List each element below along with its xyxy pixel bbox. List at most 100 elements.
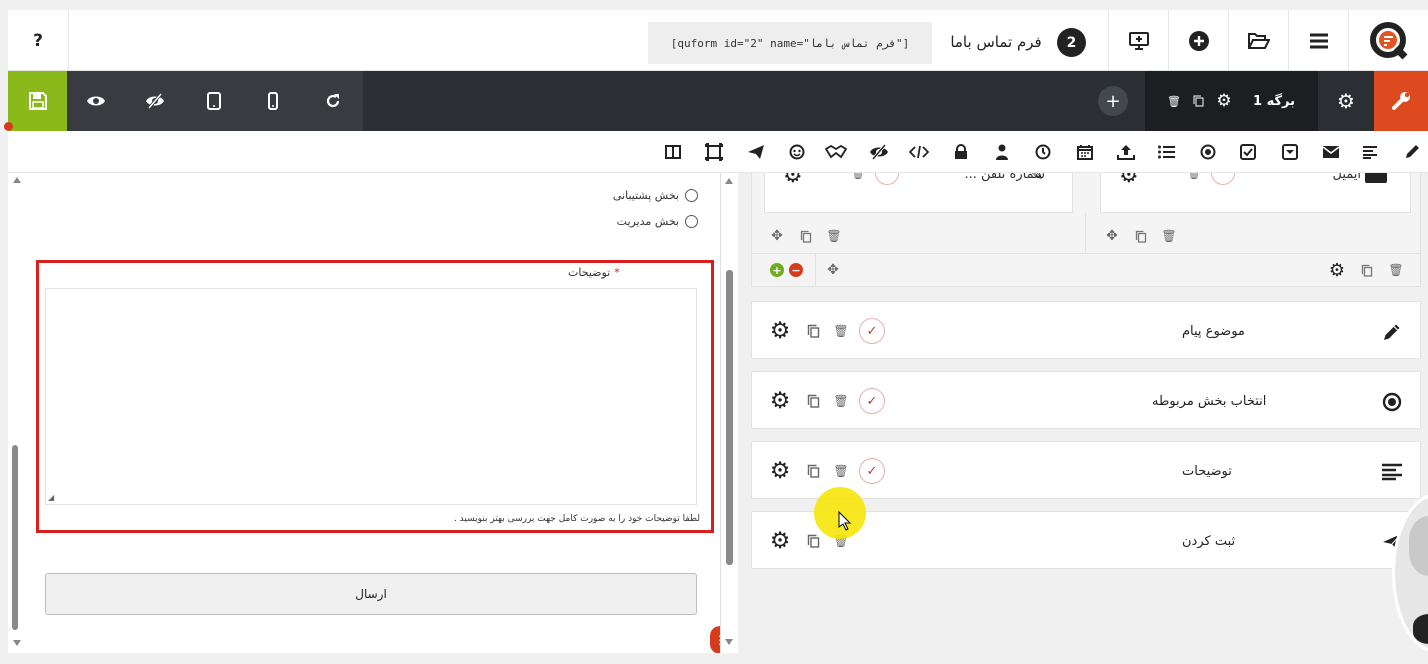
shortcode-display[interactable]: [quform id="2" name="فرم تماس باما"] <box>648 22 932 64</box>
add-column-button[interactable]: + <box>770 263 784 277</box>
radio-circle[interactable] <box>685 214 698 228</box>
move-icon[interactable]: ✥ <box>768 227 786 245</box>
add-form-button[interactable] <box>1168 10 1228 71</box>
hidden-field-icon[interactable] <box>868 141 890 163</box>
form-settings-button[interactable]: ⚙ <box>1318 71 1374 131</box>
gear-icon[interactable]: ⚙ <box>1119 173 1139 188</box>
description-textarea[interactable]: ◢ <box>45 288 697 505</box>
tablet-icon <box>207 92 221 110</box>
page-settings-icon[interactable]: ⚙ <box>1214 91 1234 111</box>
time-field-icon[interactable] <box>1032 141 1054 163</box>
preview-scrollbar-track[interactable] <box>10 173 21 653</box>
phone-field-card[interactable]: شماره تلفن ... ✎ 🗑 ⚙ <box>764 173 1073 213</box>
remove-column-button[interactable]: − <box>789 263 803 277</box>
builder-scrollbar-thumb[interactable] <box>726 270 733 565</box>
container-field-icon[interactable] <box>703 141 725 163</box>
copy-page-icon[interactable] <box>1190 93 1206 109</box>
copy-icon[interactable] <box>1358 261 1376 279</box>
move-icon[interactable]: ✥ <box>824 261 842 279</box>
required-toggle[interactable]: ✓ <box>859 388 885 414</box>
element-label: موضوع پیام <box>1182 323 1245 339</box>
html-field-icon[interactable] <box>908 141 930 163</box>
gear-icon[interactable]: ⚙ <box>768 458 792 484</box>
delete-icon[interactable]: 🗑 <box>832 462 850 480</box>
wrench-icon <box>1392 92 1410 110</box>
radio-option[interactable]: بخش مدیریت <box>594 212 698 230</box>
textarea-field-icon[interactable] <box>1359 141 1381 163</box>
hide-preview-button[interactable] <box>125 71 185 131</box>
multiselect-field-icon[interactable] <box>1156 141 1178 163</box>
refresh-button[interactable] <box>303 71 363 131</box>
password-field-icon[interactable] <box>950 141 972 163</box>
resize-handle-icon[interactable]: ◢ <box>48 494 56 502</box>
gear-icon[interactable]: ⚙ <box>768 318 792 344</box>
name-field-icon[interactable] <box>991 141 1013 163</box>
element-card-department[interactable]: ⚙ 🗑 ✓ انتخاب بخش مربوطه <box>751 371 1421 429</box>
top-bar-spacer <box>68 10 624 71</box>
move-icon[interactable]: ✥ <box>1103 227 1121 245</box>
date-field-icon[interactable] <box>1074 141 1096 163</box>
copy-icon[interactable] <box>797 227 815 245</box>
page-label: برگه 1 <box>1253 93 1295 109</box>
element-label: ثبت کردن <box>1182 533 1236 549</box>
email-field-label: ایمیل <box>1332 173 1361 182</box>
builder-scrollbar[interactable] <box>720 173 738 653</box>
delete-page-icon[interactable]: 🗑 <box>1166 93 1182 109</box>
required-toggle[interactable] <box>1211 173 1235 185</box>
radio-option[interactable]: بخش پشتیبانی <box>594 186 698 204</box>
gear-icon[interactable]: ⚙ <box>1327 260 1347 281</box>
recaptcha-field-icon[interactable] <box>786 141 808 163</box>
email-field-card[interactable]: ایمیل 🗑 ⚙ <box>1100 173 1411 213</box>
tablet-view-button[interactable] <box>185 71 243 131</box>
required-toggle[interactable]: ✓ <box>859 458 885 484</box>
delete-icon[interactable]: 🗑 <box>825 227 843 245</box>
radio-field-icon[interactable] <box>1197 141 1219 163</box>
radio-circle[interactable] <box>685 188 698 202</box>
checkbox-field-icon[interactable] <box>1237 141 1259 163</box>
copy-icon[interactable] <box>804 322 822 340</box>
delete-icon[interactable]: 🗑 <box>832 322 850 340</box>
delete-icon[interactable]: 🗑 <box>1187 173 1201 180</box>
email-field-icon[interactable] <box>1320 141 1342 163</box>
tools-button[interactable] <box>1374 71 1428 131</box>
gear-icon[interactable]: ⚙ <box>768 528 792 554</box>
save-button[interactable] <box>8 71 67 131</box>
element-label: انتخاب بخش مربوطه <box>1152 393 1267 409</box>
textarea-label: توضیحات <box>568 265 611 279</box>
gear-icon[interactable]: ⚙ <box>768 388 792 414</box>
quform-builder-app: ? [quform id="2" name="فرم تماس باما"] ف… <box>0 0 1428 664</box>
help-button[interactable]: ? <box>8 10 68 71</box>
preview-scrollbar-thumb[interactable] <box>12 445 18 630</box>
form-preview-panel: بخش پشتیبانی بخش مدیریت توضیحات * ◢ لطفا… <box>8 173 720 653</box>
required-toggle[interactable]: ✓ <box>859 318 885 344</box>
radio-option-label: بخش پشتیبانی <box>612 188 679 202</box>
gear-icon[interactable]: ⚙ <box>783 173 803 188</box>
submit-field-icon[interactable] <box>745 141 767 163</box>
mobile-view-button[interactable] <box>243 71 303 131</box>
open-forms-button[interactable] <box>1228 10 1288 71</box>
copy-icon[interactable] <box>804 462 822 480</box>
submit-button[interactable]: ارسال <box>45 573 697 615</box>
columns-field-icon[interactable] <box>662 141 684 163</box>
copy-icon[interactable] <box>804 392 822 410</box>
delete-icon[interactable]: 🗑 <box>1387 261 1405 279</box>
preview-form-button[interactable] <box>1108 10 1168 71</box>
text-field-icon[interactable] <box>1401 141 1423 163</box>
menu-button[interactable] <box>1288 10 1348 71</box>
more-options-button[interactable]: ⋮ <box>710 626 720 653</box>
captcha-field-icon[interactable] <box>825 141 847 163</box>
delete-icon[interactable]: 🗑 <box>832 392 850 410</box>
copy-icon[interactable] <box>1132 227 1150 245</box>
element-card-subject[interactable]: ⚙ 🗑 ✓ موضوع پیام <box>751 301 1421 359</box>
preview-eye-button[interactable] <box>67 71 125 131</box>
add-page-button[interactable]: + <box>1098 86 1128 116</box>
required-toggle[interactable] <box>875 173 899 185</box>
delete-icon[interactable]: 🗑 <box>851 173 865 180</box>
eye-icon <box>87 96 105 106</box>
mouse-cursor-icon <box>838 511 852 531</box>
file-upload-field-icon[interactable] <box>1115 141 1137 163</box>
copy-icon[interactable] <box>804 532 822 550</box>
delete-icon[interactable]: 🗑 <box>1160 227 1178 245</box>
select-field-icon[interactable] <box>1279 141 1301 163</box>
folder-open-icon <box>1247 32 1270 49</box>
